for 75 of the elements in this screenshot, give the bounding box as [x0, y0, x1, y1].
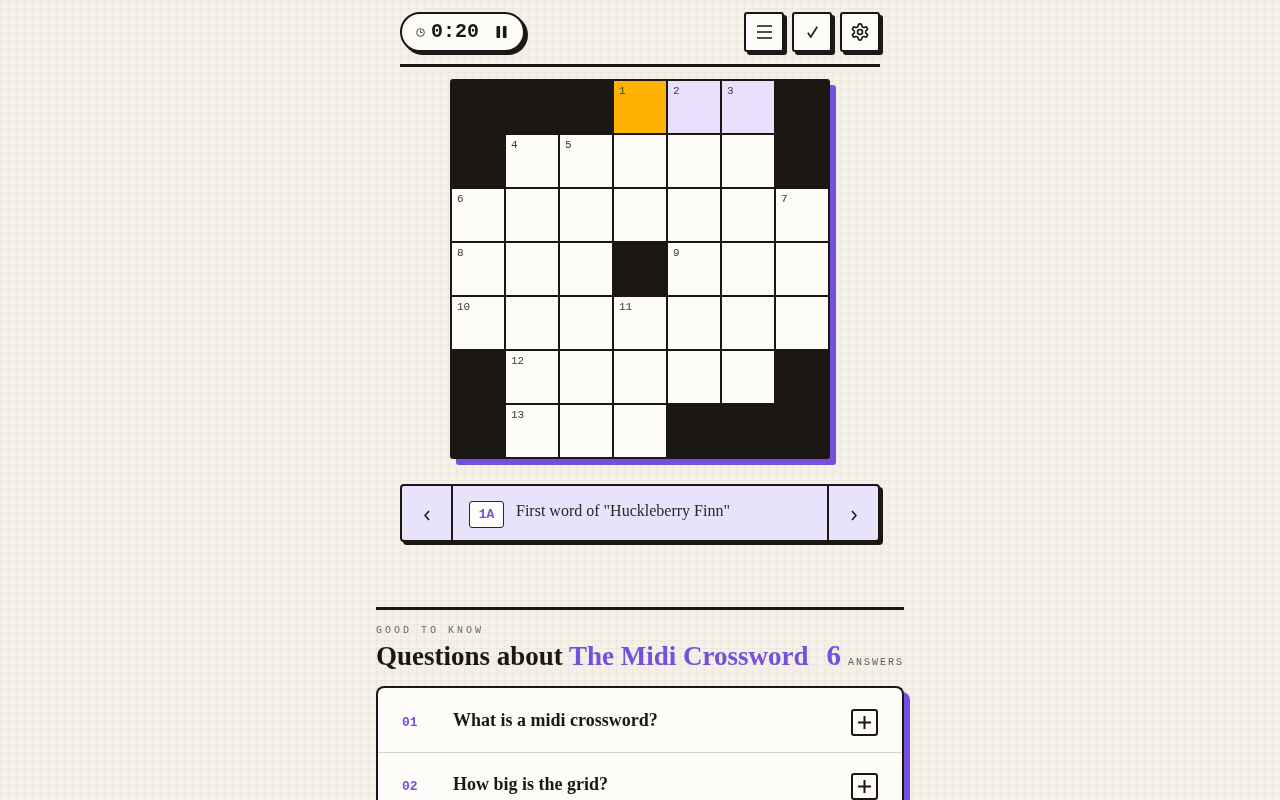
grid-cell[interactable]: 8	[452, 243, 504, 295]
grid-cell[interactable]	[560, 351, 612, 403]
grid-cell[interactable]: 9	[668, 243, 720, 295]
clue-number: 6	[457, 194, 464, 205]
grid-cell[interactable]: 12	[506, 351, 558, 403]
chevron-left-icon	[423, 509, 430, 521]
clue-number: 7	[781, 194, 788, 205]
grid-cell[interactable]	[668, 135, 720, 187]
pause-icon	[495, 26, 507, 38]
section-eyebrow: GOOD TO KNOW	[376, 625, 485, 637]
grid-cell[interactable]	[722, 243, 774, 295]
grid-cell[interactable]: 3	[722, 81, 774, 133]
faq-question[interactable]: What is a midi crossword?	[453, 709, 851, 731]
grid-cell[interactable]: 10	[452, 297, 504, 349]
section-heading: Questions about The Midi Crossword	[376, 640, 809, 672]
clue-number: 2	[673, 86, 680, 97]
clue-number: 5	[565, 140, 572, 151]
grid-cell[interactable]: 6	[452, 189, 504, 241]
grid-cell[interactable]	[560, 405, 612, 457]
clock-icon	[416, 27, 425, 37]
grid-cell[interactable]	[668, 351, 720, 403]
grid-cell[interactable]	[560, 297, 612, 349]
plus-icon	[858, 780, 871, 793]
grid-cell[interactable]	[776, 243, 828, 295]
expand-button[interactable]	[851, 773, 878, 800]
expand-button[interactable]	[851, 708, 878, 736]
clue-number: 4	[511, 140, 518, 151]
clue-number: 8	[457, 248, 464, 259]
grid-cell[interactable]	[560, 243, 612, 295]
grid-cell[interactable]	[668, 297, 720, 349]
clue-number: 1	[619, 86, 626, 97]
answer-count: 6	[826, 639, 841, 672]
grid-cell[interactable]	[614, 405, 666, 457]
grid-cell[interactable]	[614, 351, 666, 403]
clue-number: 10	[457, 302, 471, 313]
settings-button[interactable]	[840, 12, 880, 52]
clue-tag: 1A	[469, 500, 504, 528]
menu-icon	[756, 25, 772, 39]
answer-count-label: ANSWERS	[848, 657, 904, 668]
clue-text: First word of "Huckleberry Finn"	[516, 502, 730, 520]
grid-cell[interactable]	[506, 243, 558, 295]
check-button[interactable]	[792, 12, 832, 52]
grid-cell[interactable]	[614, 189, 666, 241]
check-icon	[806, 26, 818, 38]
faq-question[interactable]: How big is the grid?	[453, 774, 851, 795]
grid-cell[interactable]: 11	[614, 297, 666, 349]
grid-cell[interactable]	[722, 351, 774, 403]
faq-number: 01	[402, 713, 419, 730]
clue-number: 12	[511, 356, 525, 367]
grid-cell[interactable]	[614, 135, 666, 187]
grid-cell[interactable]	[722, 189, 774, 241]
clue-number: 13	[511, 410, 525, 421]
menu-button[interactable]	[744, 12, 784, 52]
chevron-right-icon	[850, 509, 857, 521]
grid-cell[interactable]	[668, 189, 720, 241]
grid-cell[interactable]: 5	[560, 135, 612, 187]
grid-cell[interactable]	[560, 189, 612, 241]
grid-cell[interactable]	[776, 297, 828, 349]
grid-cell[interactable]: 4	[506, 135, 558, 187]
clue-number: 3	[727, 86, 734, 97]
plus-icon	[858, 715, 871, 729]
grid-cell[interactable]	[506, 189, 558, 241]
pause-button[interactable]	[495, 26, 507, 38]
faq-number: 02	[402, 778, 419, 794]
grid-cell[interactable]	[722, 135, 774, 187]
clue-number: 9	[673, 248, 680, 259]
settings-icon	[851, 23, 869, 41]
grid-cell[interactable]	[722, 297, 774, 349]
grid-cell[interactable]	[506, 297, 558, 349]
clue-number: 11	[619, 302, 633, 313]
grid-cell[interactable]: 7	[776, 189, 828, 241]
grid-cell[interactable]: 1	[614, 81, 666, 133]
grid-cell[interactable]: 2	[668, 81, 720, 133]
grid-cell[interactable]: 13	[506, 405, 558, 457]
timer-text: 0:20	[431, 20, 479, 44]
